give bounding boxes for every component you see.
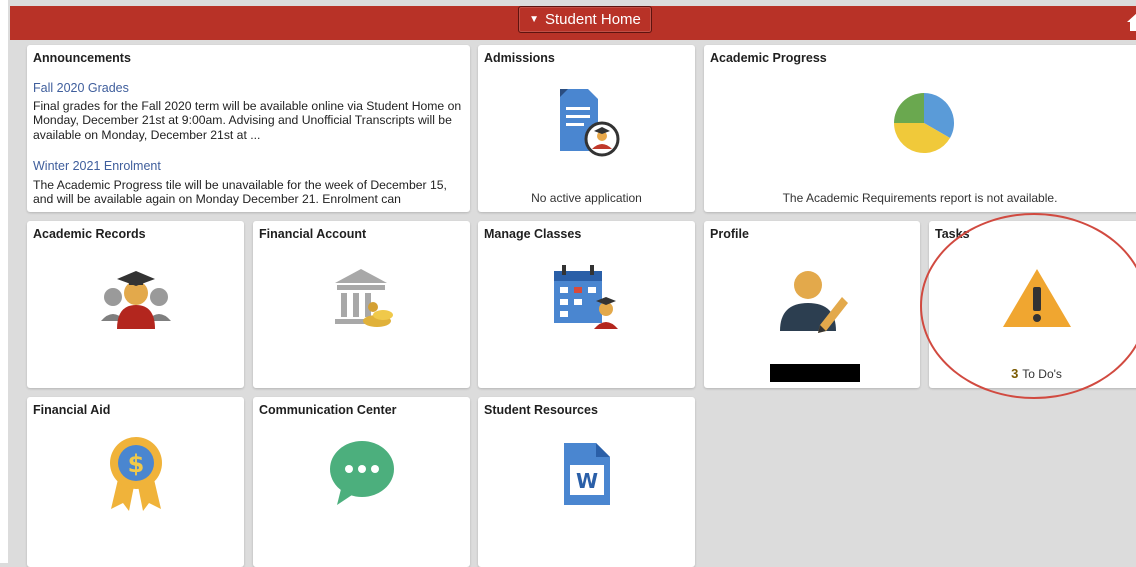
tile-title: Profile: [710, 227, 749, 241]
todo-label: To Do's: [1022, 367, 1062, 381]
page-edge: [0, 0, 8, 563]
financial-account-tile[interactable]: Financial Account: [253, 221, 470, 388]
announcement-link[interactable]: Winter 2021 Enrolment: [33, 159, 161, 173]
tile-title: Financial Account: [259, 227, 367, 241]
tile-title: Student Resources: [484, 403, 598, 417]
svg-text:W: W: [576, 469, 598, 493]
home-icon[interactable]: [1126, 12, 1136, 32]
svg-text:$: $: [128, 450, 145, 478]
announcement-link[interactable]: Fall 2020 Grades: [33, 81, 129, 95]
graduates-icon: [97, 263, 175, 338]
todo-count: 3 To Do's: [929, 366, 1136, 381]
announcement-text: Final grades for the Fall 2020 term will…: [33, 99, 462, 142]
application-document-icon: [554, 87, 620, 164]
todo-number: 3: [1011, 366, 1019, 381]
redacted-name: [770, 364, 860, 382]
tile-title: Financial Aid: [33, 403, 111, 417]
tasks-tile[interactable]: Tasks 3 To Do's: [929, 221, 1136, 388]
tile-title: Manage Classes: [484, 227, 582, 241]
page-title: Student Home: [545, 11, 641, 28]
financial-aid-tile[interactable]: Financial Aid $: [27, 397, 244, 567]
tile-title: Communication Center: [259, 403, 397, 417]
tile-title: Tasks: [935, 227, 970, 241]
tile-title: Admissions: [484, 51, 555, 65]
calendar-icon: [550, 263, 622, 338]
admissions-tile[interactable]: Admissions No active application: [478, 45, 695, 212]
announcements-tile[interactable]: Announcements Fall 2020 Grades Final gra…: [27, 45, 470, 212]
word-document-icon: W: [562, 441, 612, 512]
tile-status: The Academic Requirements report is not …: [782, 191, 1058, 205]
warning-icon: [1001, 267, 1073, 334]
announcement-text: The Academic Progress tile will be unava…: [33, 178, 447, 207]
profile-tile[interactable]: Profile: [704, 221, 920, 388]
academic-progress-tile[interactable]: Academic Progress The Academic Requireme…: [704, 45, 1136, 212]
tile-status: No active application: [531, 191, 642, 205]
bank-icon: [329, 263, 399, 338]
student-home-dropdown[interactable]: ▼ Student Home: [518, 6, 652, 33]
communication-center-tile[interactable]: Communication Center: [253, 397, 470, 567]
pie-chart-icon: [892, 91, 956, 160]
user-edit-icon: [776, 261, 852, 340]
tile-title: Academic Progress: [710, 51, 827, 65]
caret-down-icon: ▼: [529, 14, 539, 25]
chat-bubble-icon: [327, 437, 397, 512]
award-ribbon-icon: $: [103, 433, 169, 518]
student-resources-tile[interactable]: Student Resources W: [478, 397, 695, 567]
academic-records-tile[interactable]: Academic Records: [27, 221, 244, 388]
manage-classes-tile[interactable]: Manage Classes: [478, 221, 695, 388]
tile-title: Announcements: [33, 51, 131, 65]
tile-title: Academic Records: [33, 227, 146, 241]
